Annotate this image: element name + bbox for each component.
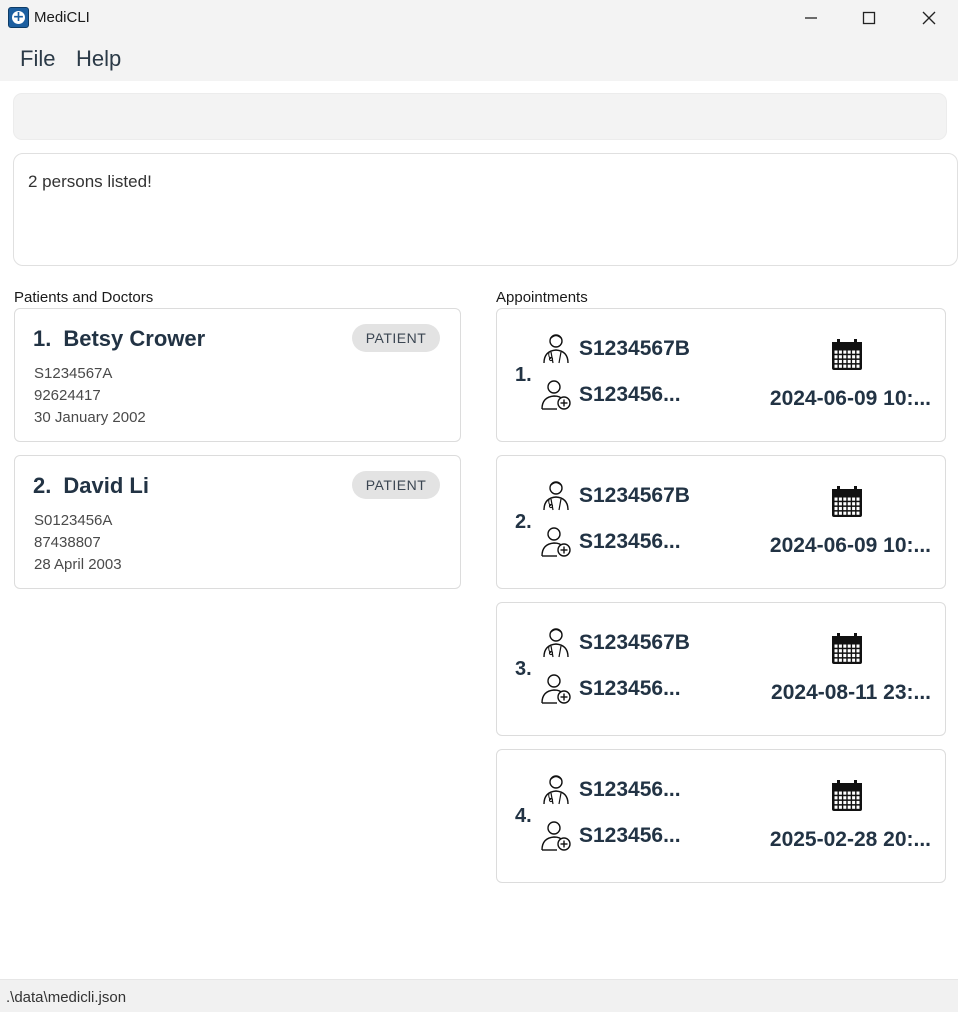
appointments-panel-label: Appointments: [496, 289, 588, 306]
menu-file[interactable]: File: [20, 46, 55, 72]
person-nric: S1234567A: [34, 365, 113, 382]
result-message: 2 persons listed!: [28, 172, 152, 191]
patient-icon: [541, 672, 571, 704]
patient-id: S123456...: [579, 530, 681, 553]
patient-icon: [541, 819, 571, 851]
person-name: 2. David Li: [33, 473, 149, 499]
person-name-text: Betsy Crower: [63, 326, 206, 351]
persons-panel-label: Patients and Doctors: [14, 289, 154, 306]
person-phone: 87438807: [34, 534, 101, 551]
close-icon: [922, 11, 936, 25]
medicli-logo-icon: [8, 7, 29, 28]
appointment-card[interactable]: 1. S1234567B S123456... 2024-06-09 10:...: [496, 308, 946, 442]
doctor-id: S1234567B: [579, 484, 690, 507]
doctor-icon: [541, 479, 571, 511]
appointment-datetime: 2024-08-11 23:...: [771, 681, 931, 704]
doctor-id: S1234567B: [579, 337, 690, 360]
menu-help[interactable]: Help: [76, 46, 121, 72]
calendar-icon: [831, 486, 863, 518]
appointment-index: 4.: [515, 805, 532, 827]
calendar-icon: [831, 339, 863, 371]
title-bar: MediCLI: [0, 0, 958, 36]
appointment-datetime: 2024-06-09 10:...: [769, 534, 931, 557]
person-name-text: David Li: [63, 473, 149, 498]
appointment-card[interactable]: 3. S1234567B S123456... 2024-08-11 23:...: [496, 602, 946, 736]
person-card[interactable]: 2. David Li PATIENT S0123456A 87438807 28…: [14, 455, 461, 589]
menu-bar: File Help: [0, 36, 958, 81]
appointment-index: 2.: [515, 511, 532, 533]
appointment-datetime: 2024-06-09 10:...: [769, 387, 931, 410]
calendar-icon: [831, 633, 863, 665]
person-phone: 92624417: [34, 387, 101, 404]
doctor-id: S123456...: [579, 778, 681, 801]
patient-icon: [541, 378, 571, 410]
person-index: 2.: [33, 473, 52, 498]
doctor-id: S1234567B: [579, 631, 690, 654]
command-box: [13, 93, 947, 140]
result-display: 2 persons listed!: [13, 153, 958, 266]
doctor-icon: [541, 773, 571, 805]
status-bar: .\data\medicli.json: [0, 979, 958, 1012]
person-index: 1.: [33, 326, 52, 351]
role-badge: PATIENT: [352, 471, 440, 499]
minimize-button[interactable]: [782, 0, 840, 36]
close-button[interactable]: [900, 0, 958, 36]
maximize-button[interactable]: [840, 0, 898, 36]
patient-id: S123456...: [579, 383, 681, 406]
role-badge: PATIENT: [352, 324, 440, 352]
data-file-path: .\data\medicli.json: [6, 989, 127, 1006]
person-dob: 30 January 2002: [34, 409, 146, 426]
appointment-index: 3.: [515, 658, 532, 680]
patient-icon: [541, 525, 571, 557]
person-nric: S0123456A: [34, 512, 113, 529]
maximize-icon: [862, 11, 876, 25]
doctor-icon: [541, 626, 571, 658]
calendar-icon: [831, 780, 863, 812]
minimize-icon: [805, 17, 817, 19]
appointment-datetime: 2025-02-28 20:...: [769, 828, 931, 851]
person-card[interactable]: 1. Betsy Crower PATIENT S1234567A 9262441…: [14, 308, 461, 442]
person-dob: 28 April 2003: [34, 556, 122, 573]
doctor-icon: [541, 332, 571, 364]
command-input[interactable]: [14, 94, 946, 139]
patient-id: S123456...: [579, 677, 681, 700]
patient-id: S123456...: [579, 824, 681, 847]
appointment-index: 1.: [515, 364, 532, 386]
appointment-card[interactable]: 4. S123456... S123456... 2025-02-28 20:...: [496, 749, 946, 883]
window-title: MediCLI: [34, 9, 90, 26]
appointment-card[interactable]: 2. S1234567B S123456... 2024-06-09 10:...: [496, 455, 946, 589]
person-name: 1. Betsy Crower: [33, 326, 205, 352]
